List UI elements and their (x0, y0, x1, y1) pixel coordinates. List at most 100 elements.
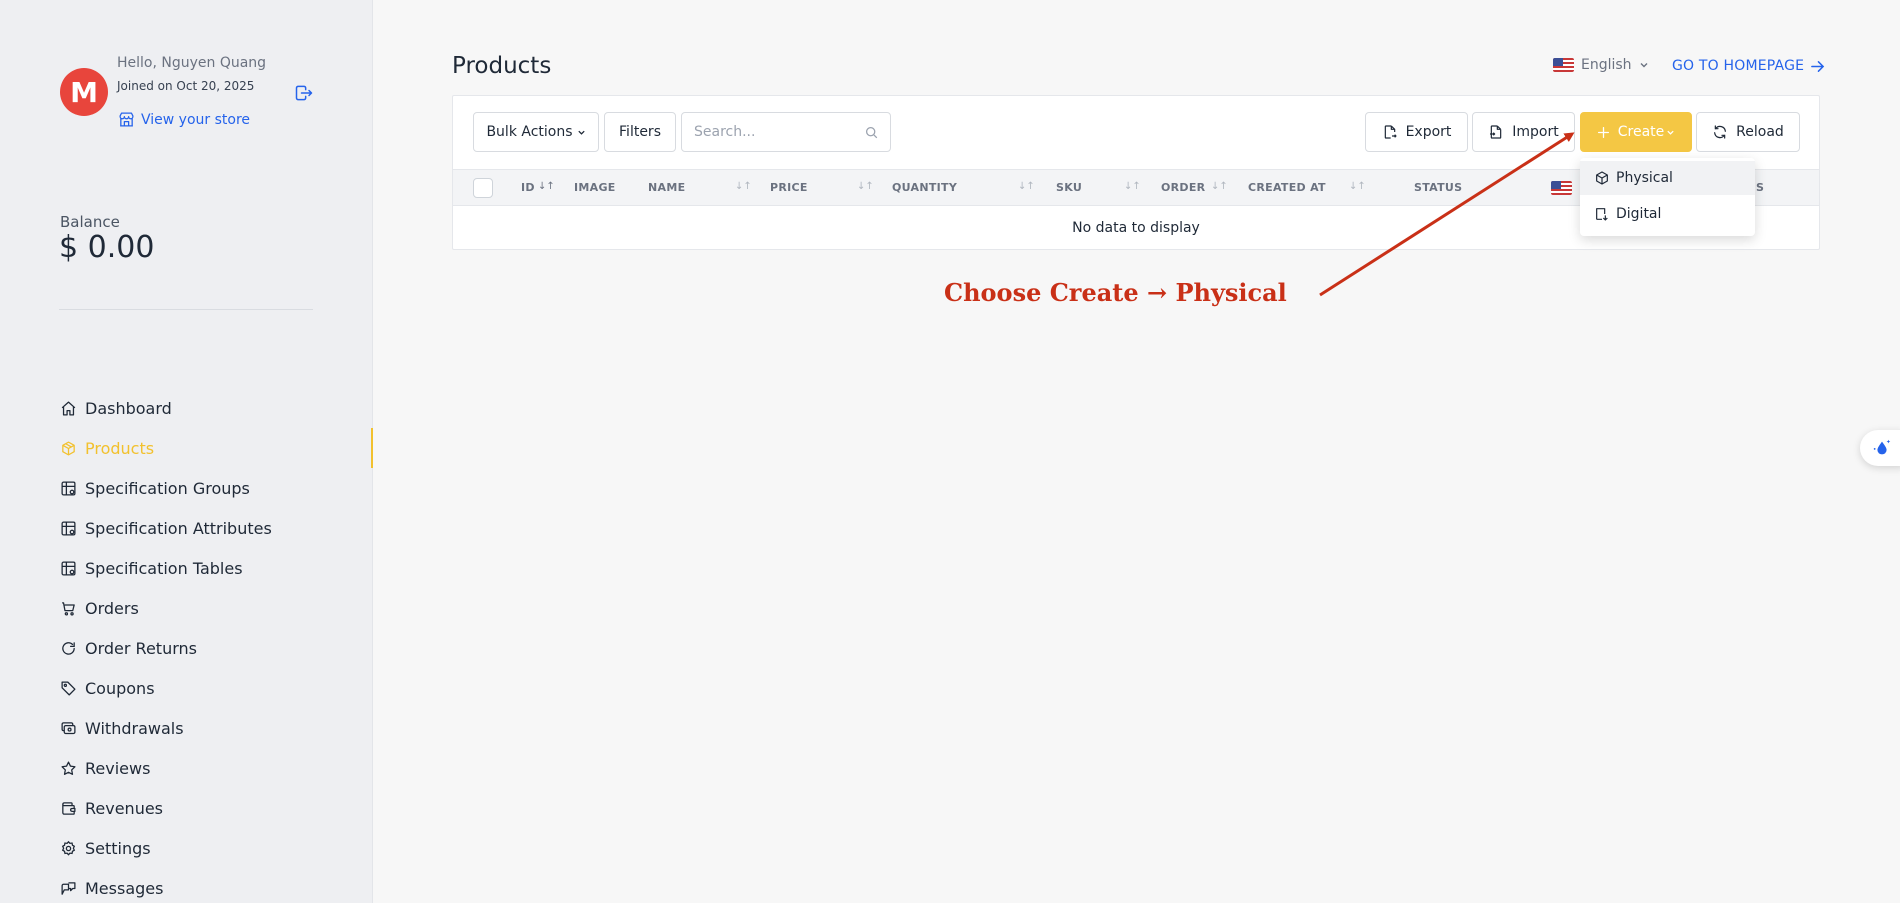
chevron-down-icon (1667, 130, 1674, 135)
avatar[interactable]: M (60, 68, 108, 116)
filters-label: Filters (619, 124, 661, 140)
sidebar-item-products[interactable]: Products (60, 428, 373, 468)
sort-icon[interactable]: ↓↑ (857, 181, 874, 192)
joined-date: Joined on Oct 20, 2025 (117, 79, 255, 93)
column-header-price[interactable]: PRICE (770, 181, 808, 194)
column-header-id[interactable]: ID (521, 181, 535, 194)
home-icon (61, 400, 76, 416)
balance-value: $ 0.00 (59, 230, 155, 265)
column-header-order[interactable]: ORDER (1161, 181, 1205, 194)
column-header-name[interactable]: NAME (648, 181, 685, 194)
plus-icon (1597, 126, 1609, 138)
column-header-status[interactable]: STATUS (1414, 181, 1462, 194)
annotation-instruction: Choose Create → Physical (944, 278, 1287, 307)
wallet-icon (62, 801, 76, 815)
sort-icon[interactable]: ↓↑ (1124, 181, 1141, 192)
reload-button[interactable]: Reload (1696, 112, 1800, 152)
sidebar-item-specification-groups[interactable]: Specification Groups (60, 468, 373, 508)
logout-icon[interactable] (294, 83, 314, 103)
sidebar-item-orders[interactable]: Orders (60, 588, 373, 628)
search-box (681, 112, 891, 152)
star-icon (61, 760, 76, 775)
import-label: Import (1512, 124, 1559, 140)
page-title: Products (452, 53, 552, 79)
menu-item-label: Digital (1616, 206, 1662, 222)
sidebar-item-label: Specification Tables (85, 558, 243, 578)
sidebar-item-label: Specification Groups (85, 478, 250, 498)
filters-button[interactable]: Filters (604, 112, 676, 152)
export-file-icon (1384, 125, 1397, 139)
bulk-actions-label: Bulk Actions (486, 124, 573, 140)
chevron-down-icon (577, 130, 585, 135)
us-flag-icon (1553, 58, 1574, 72)
message-icon (61, 881, 76, 895)
bulk-actions-button[interactable]: Bulk Actions (473, 112, 599, 152)
sparkle-drop-icon (1873, 439, 1891, 455)
menu-item-digital[interactable]: Digital (1580, 197, 1755, 231)
view-store-link[interactable]: View your store (118, 111, 250, 128)
table-gear-icon (61, 560, 76, 576)
sidebar-item-label: Specification Attributes (85, 518, 272, 538)
sidebar-item-label: Messages (85, 878, 164, 898)
sidebar-item-revenues[interactable]: Revenues (60, 788, 373, 828)
sidebar-item-withdrawals[interactable]: Withdrawals (60, 708, 373, 748)
go-to-homepage-link[interactable]: GO TO HOMEPAGE (1672, 58, 1825, 74)
sort-icon[interactable]: ↓↑ (1349, 181, 1366, 192)
column-header-quantity[interactable]: QUANTITY (892, 181, 957, 194)
store-icon (119, 112, 134, 127)
balance-label: Balance (60, 213, 120, 231)
sidebar-item-settings[interactable]: Settings (60, 828, 373, 868)
sidebar-item-dashboard[interactable]: Dashboard (60, 388, 373, 428)
box-icon (1596, 171, 1608, 185)
user-greeting: Hello, Nguyen Quang (117, 55, 267, 71)
language-label: English (1581, 57, 1632, 73)
create-dropdown-menu: Physical Digital (1580, 158, 1755, 236)
sort-icon[interactable]: ↓↑ (1018, 181, 1035, 192)
sidebar-divider (59, 309, 313, 310)
menu-item-physical[interactable]: Physical (1580, 161, 1755, 195)
column-header-created-at[interactable]: CREATED AT (1248, 181, 1326, 194)
search-input[interactable] (694, 124, 865, 140)
go-to-homepage-label: GO TO HOMEPAGE (1672, 58, 1805, 74)
search-icon (865, 126, 878, 138)
language-selector[interactable]: English (1553, 57, 1649, 73)
chevron-down-icon (1640, 63, 1648, 68)
sort-icon[interactable]: ↓↑ (735, 181, 752, 192)
reload-label: Reload (1736, 124, 1784, 140)
sidebar-item-label: Coupons (85, 678, 155, 698)
sidebar-item-reviews[interactable]: Reviews (60, 748, 373, 788)
import-file-icon (1490, 125, 1502, 139)
table-gear-icon (61, 520, 76, 536)
sidebar-item-label: Order Returns (85, 638, 197, 658)
sort-icon[interactable]: ↓↑ (1211, 181, 1228, 192)
column-header-sku[interactable]: SKU (1056, 181, 1082, 194)
menu-item-label: Physical (1616, 170, 1673, 186)
package-icon (62, 440, 75, 456)
view-store-label: View your store (141, 111, 251, 128)
tag-icon (61, 680, 76, 696)
import-button[interactable]: Import (1472, 112, 1575, 152)
sidebar-item-label: Settings (85, 838, 151, 858)
select-all-checkbox[interactable] (473, 178, 493, 198)
sidebar-item-specification-tables[interactable]: Specification Tables (60, 548, 373, 588)
digital-file-icon (1596, 208, 1608, 221)
gear-icon (61, 840, 76, 856)
table-gear-icon (61, 480, 76, 496)
column-header-image: IMAGE (574, 181, 616, 194)
sidebar-item-label: Dashboard (85, 398, 172, 418)
sidebar-item-label: Reviews (85, 758, 151, 778)
floating-assistant-button[interactable] (1860, 430, 1900, 466)
sidebar-item-coupons[interactable]: Coupons (60, 668, 373, 708)
sidebar-item-messages[interactable]: Messages (60, 868, 373, 903)
sidebar-item-specification-attributes[interactable]: Specification Attributes (60, 508, 373, 548)
sidebar-nav: Dashboard Products Specification Groups … (60, 388, 373, 903)
sort-desc-icon[interactable]: ↓↑ (538, 181, 555, 192)
arrow-right-icon (1811, 60, 1825, 72)
create-button[interactable]: Create (1580, 112, 1692, 152)
export-button[interactable]: Export (1365, 112, 1468, 152)
cart-icon (62, 601, 75, 616)
sidebar-item-label: Withdrawals (85, 718, 184, 738)
create-label: Create (1617, 124, 1665, 140)
sidebar-item-order-returns[interactable]: Order Returns (60, 628, 373, 668)
us-flag-icon (1551, 181, 1572, 195)
